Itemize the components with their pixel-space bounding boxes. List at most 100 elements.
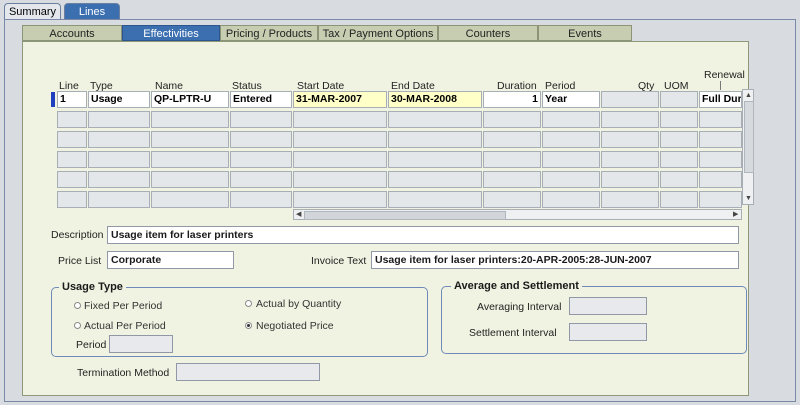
empty-table-cell[interactable] bbox=[388, 171, 482, 188]
empty-table-cell[interactable] bbox=[230, 111, 292, 128]
scroll-right-arrow-icon[interactable]: ▶ bbox=[733, 211, 738, 218]
actual-per-period-radio[interactable] bbox=[74, 322, 81, 329]
empty-table-cell[interactable] bbox=[601, 191, 659, 208]
cell-start-date[interactable]: 31-MAR-2007 bbox=[293, 91, 387, 108]
empty-table-cell[interactable] bbox=[293, 171, 387, 188]
empty-table-cell[interactable] bbox=[57, 171, 87, 188]
empty-table-cell[interactable] bbox=[542, 151, 600, 168]
cell-end-date[interactable]: 30-MAR-2008 bbox=[388, 91, 482, 108]
average-settlement-title: Average and Settlement bbox=[451, 280, 582, 292]
empty-table-cell[interactable] bbox=[699, 151, 742, 168]
empty-table-cell[interactable] bbox=[542, 171, 600, 188]
horizontal-scroll-thumb[interactable] bbox=[304, 211, 506, 220]
invoice-text-label: Invoice Text bbox=[311, 255, 367, 267]
empty-table-cell[interactable] bbox=[601, 151, 659, 168]
empty-table-cell[interactable] bbox=[699, 171, 742, 188]
empty-table-cell[interactable] bbox=[388, 191, 482, 208]
tab-events[interactable]: Events bbox=[538, 25, 632, 41]
cell-duration[interactable]: 1 bbox=[483, 91, 541, 108]
tab-pricing-products[interactable]: Pricing / Products bbox=[220, 25, 318, 41]
actual-by-quantity-radio[interactable] bbox=[245, 300, 252, 307]
termination-method-field[interactable] bbox=[176, 363, 320, 381]
empty-table-cell[interactable] bbox=[230, 131, 292, 148]
cell-status[interactable]: Entered bbox=[230, 91, 292, 108]
tab-lines[interactable]: Lines bbox=[64, 3, 120, 19]
cell-uom[interactable] bbox=[660, 91, 698, 108]
empty-table-cell[interactable] bbox=[151, 111, 229, 128]
empty-table-cell[interactable] bbox=[542, 191, 600, 208]
cell-qty[interactable] bbox=[601, 91, 659, 108]
description-field[interactable]: Usage item for laser printers bbox=[107, 226, 739, 244]
empty-table-cell[interactable] bbox=[88, 191, 150, 208]
empty-table-cell[interactable] bbox=[660, 191, 698, 208]
empty-table-cell[interactable] bbox=[660, 131, 698, 148]
empty-table-cell[interactable] bbox=[542, 111, 600, 128]
empty-table-cell[interactable] bbox=[660, 111, 698, 128]
empty-table-cell[interactable] bbox=[151, 131, 229, 148]
empty-table-cell[interactable] bbox=[388, 111, 482, 128]
table-vertical-scrollbar[interactable]: ▲ ▼ bbox=[742, 89, 754, 205]
empty-table-cell[interactable] bbox=[660, 151, 698, 168]
empty-table-cell[interactable] bbox=[699, 131, 742, 148]
col-header-renewal: Renewal bbox=[704, 69, 745, 81]
cell-period[interactable]: Year bbox=[542, 91, 600, 108]
usage-type-title: Usage Type bbox=[59, 281, 126, 293]
settlement-interval-field[interactable] bbox=[569, 323, 647, 341]
empty-table-cell[interactable] bbox=[483, 111, 541, 128]
empty-table-cell[interactable] bbox=[57, 151, 87, 168]
scroll-up-arrow-icon[interactable]: ▲ bbox=[745, 92, 752, 99]
empty-table-cell[interactable] bbox=[57, 111, 87, 128]
empty-table-cell[interactable] bbox=[293, 151, 387, 168]
empty-table-cell[interactable] bbox=[699, 111, 742, 128]
empty-table-cell[interactable] bbox=[151, 151, 229, 168]
empty-table-cell[interactable] bbox=[483, 131, 541, 148]
empty-table-cell[interactable] bbox=[88, 171, 150, 188]
empty-table-cell[interactable] bbox=[483, 191, 541, 208]
tab-summary[interactable]: Summary bbox=[4, 3, 61, 19]
cell-type[interactable]: Usage bbox=[88, 91, 150, 108]
empty-table-cell[interactable] bbox=[293, 111, 387, 128]
invoice-text-field[interactable]: Usage item for laser printers:20-APR-200… bbox=[371, 251, 739, 269]
empty-table-cell[interactable] bbox=[230, 171, 292, 188]
empty-table-cell[interactable] bbox=[601, 131, 659, 148]
price-list-label: Price List bbox=[58, 255, 102, 267]
empty-table-cell[interactable] bbox=[88, 131, 150, 148]
tab-counters[interactable]: Counters bbox=[438, 25, 538, 41]
scroll-left-arrow-icon[interactable]: ◀ bbox=[296, 211, 301, 218]
tab-accounts[interactable]: Accounts bbox=[22, 25, 122, 41]
vertical-scroll-thumb[interactable] bbox=[744, 101, 754, 173]
empty-table-cell[interactable] bbox=[542, 131, 600, 148]
period-field[interactable] bbox=[109, 335, 173, 353]
empty-table-cell[interactable] bbox=[293, 131, 387, 148]
scroll-down-arrow-icon[interactable]: ▼ bbox=[745, 195, 752, 202]
empty-table-cell[interactable] bbox=[57, 191, 87, 208]
price-list-field[interactable]: Corporate bbox=[107, 251, 234, 269]
negotiated-price-radio[interactable] bbox=[245, 322, 252, 329]
empty-table-cell[interactable] bbox=[699, 191, 742, 208]
empty-table-cell[interactable] bbox=[88, 111, 150, 128]
empty-table-cell[interactable] bbox=[151, 191, 229, 208]
cell-name[interactable]: QP-LPTR-U bbox=[151, 91, 229, 108]
empty-table-cell[interactable] bbox=[151, 171, 229, 188]
empty-table-cell[interactable] bbox=[660, 171, 698, 188]
description-label: Description bbox=[51, 229, 104, 241]
cell-renewal[interactable]: Full Dur bbox=[699, 91, 742, 108]
empty-table-cell[interactable] bbox=[483, 171, 541, 188]
tab-effectivities[interactable]: Effectivities bbox=[122, 25, 220, 41]
averaging-interval-field[interactable] bbox=[569, 297, 647, 315]
empty-table-cell[interactable] bbox=[388, 131, 482, 148]
empty-table-cell[interactable] bbox=[483, 151, 541, 168]
empty-table-cell[interactable] bbox=[88, 151, 150, 168]
fixed-per-period-radio[interactable] bbox=[74, 302, 81, 309]
empty-table-cell[interactable] bbox=[601, 111, 659, 128]
cell-line[interactable]: 1 bbox=[57, 91, 87, 108]
empty-table-cell[interactable] bbox=[293, 191, 387, 208]
empty-table-cell[interactable] bbox=[388, 151, 482, 168]
settlement-interval-label: Settlement Interval bbox=[469, 327, 557, 339]
empty-table-cell[interactable] bbox=[601, 171, 659, 188]
table-horizontal-scrollbar[interactable]: ◀ ▶ bbox=[293, 209, 742, 220]
empty-table-cell[interactable] bbox=[230, 191, 292, 208]
empty-table-cell[interactable] bbox=[57, 131, 87, 148]
tab-tax-payment-options[interactable]: Tax / Payment Options bbox=[318, 25, 438, 41]
empty-table-cell[interactable] bbox=[230, 151, 292, 168]
